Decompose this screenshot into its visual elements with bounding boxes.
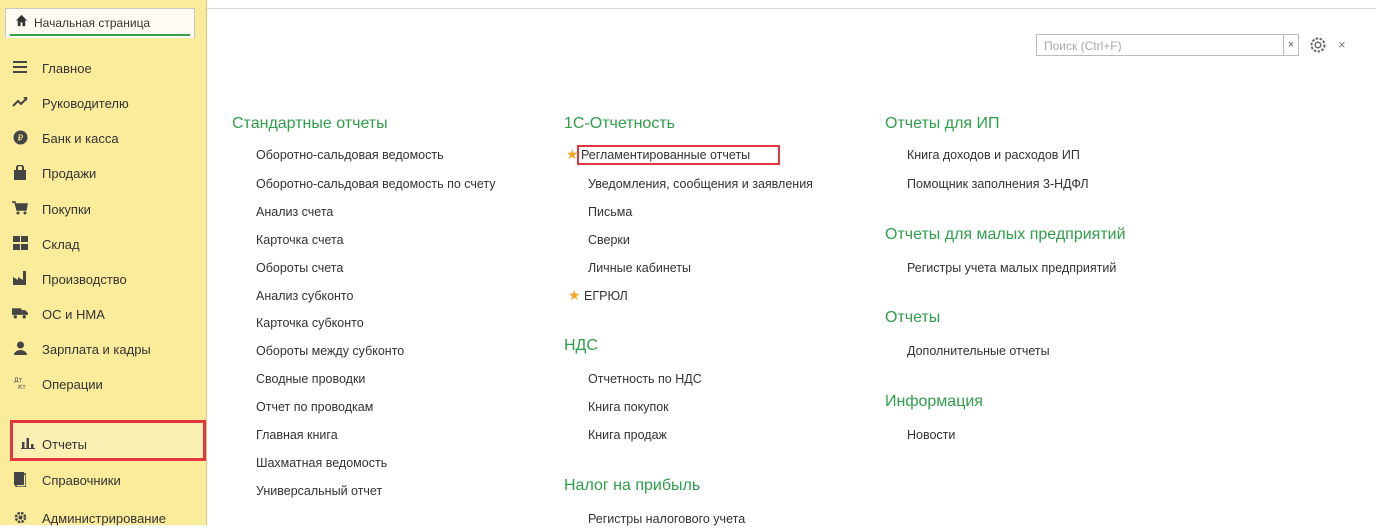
home-tab-underline [10, 34, 190, 36]
gear-icon [12, 509, 28, 525]
report-link[interactable]: Отчетность по НДС [588, 372, 702, 386]
trend-icon [12, 94, 28, 110]
report-link[interactable]: Анализ счета [256, 205, 333, 219]
report-link[interactable]: Книга доходов и расходов ИП [907, 148, 1080, 162]
report-link[interactable]: Книга продаж [588, 428, 667, 442]
book-icon [12, 471, 28, 487]
sidebar-item-label: Администрирование [42, 511, 166, 526]
sidebar: Начальная страница Главное Руководителю … [0, 0, 207, 526]
person-icon [12, 340, 28, 356]
factory-icon [12, 270, 28, 286]
sidebar-item-label: Продажи [42, 166, 97, 181]
sidebar-item-reports[interactable]: Отчеты [10, 420, 206, 461]
sidebar-item-warehouse[interactable]: Склад [0, 228, 206, 258]
section-title-profit: Налог на прибыль [564, 477, 701, 494]
report-link[interactable]: Письма [588, 205, 632, 219]
report-link[interactable]: Обороты между субконто [256, 344, 404, 358]
report-link[interactable]: Книга покупок [588, 400, 669, 414]
report-link[interactable]: Анализ субконто [256, 289, 353, 303]
sidebar-item-label: Отчеты [42, 437, 87, 452]
sidebar-item-manager[interactable]: Руководителю [0, 87, 206, 117]
top-divider [207, 8, 1376, 9]
section-title-info: Информация [885, 393, 983, 410]
report-link[interactable]: Карточка счета [256, 233, 344, 247]
sidebar-item-assets[interactable]: ОС и НМА [0, 298, 206, 328]
svg-text:₽: ₽ [17, 134, 23, 144]
sidebar-item-production[interactable]: Производство [0, 263, 206, 293]
report-link[interactable]: Отчет по проводкам [256, 400, 373, 414]
svg-text:Кт: Кт [18, 384, 26, 390]
sidebar-item-label: Главное [42, 61, 92, 76]
search-box [1036, 34, 1288, 56]
sidebar-item-label: Операции [42, 377, 103, 392]
report-link[interactable]: Оборотно-сальдовая ведомость [256, 148, 444, 162]
shopping-bag-icon [12, 164, 28, 180]
sidebar-item-label: Склад [42, 237, 80, 252]
home-tab[interactable]: Начальная страница [5, 8, 195, 38]
favorite-star-icon[interactable]: ★ [568, 287, 581, 304]
report-link[interactable]: ЕГРЮЛ [584, 289, 628, 303]
section-title-reporting: 1С-Отчетность [564, 115, 675, 132]
home-tab-label: Начальная страница [34, 16, 151, 30]
sidebar-item-label: Справочники [42, 473, 121, 488]
home-icon [15, 14, 28, 30]
sidebar-item-operations[interactable]: Дт Кт Операции [0, 368, 206, 398]
sidebar-item-label: Зарплата и кадры [42, 342, 151, 357]
sidebar-item-label: Производство [42, 272, 127, 287]
warehouse-icon [12, 235, 28, 251]
sidebar-item-label: Покупки [42, 202, 91, 217]
ruble-coin-icon: ₽ [12, 129, 28, 145]
report-link[interactable]: Универсальный отчет [256, 484, 382, 498]
sidebar-item-bank[interactable]: ₽ Банк и касса [0, 122, 206, 152]
report-link[interactable]: Главная книга [256, 428, 338, 442]
sidebar-item-admin[interactable]: Администрирование [0, 502, 206, 532]
bar-chart-icon [20, 435, 36, 451]
report-link[interactable]: Карточка субконто [256, 316, 364, 330]
sidebar-item-sales[interactable]: Продажи [0, 157, 206, 187]
sidebar-item-label: Руководителю [42, 96, 129, 111]
sidebar-item-purchases[interactable]: Покупки [0, 193, 206, 223]
report-link[interactable]: Регистры учета малых предприятий [907, 261, 1116, 275]
menu-lines-icon [12, 59, 28, 75]
settings-gear-icon[interactable] [1308, 35, 1328, 55]
sidebar-item-salary[interactable]: Зарплата и кадры [0, 333, 206, 363]
report-link-regulated[interactable]: Регламентированные отчеты [581, 148, 750, 162]
sidebar-item-catalogs[interactable]: Справочники [0, 464, 206, 494]
search-input[interactable] [1042, 36, 1286, 56]
close-icon[interactable]: × [1338, 37, 1346, 52]
sidebar-item-main[interactable]: Главное [0, 52, 206, 82]
report-link[interactable]: Уведомления, сообщения и заявления [588, 177, 813, 191]
report-link[interactable]: Сверки [588, 233, 630, 247]
sidebar-item-label: ОС и НМА [42, 307, 105, 322]
sidebar-item-label: Банк и касса [42, 131, 119, 146]
report-link[interactable]: Оборотно-сальдовая ведомость по счету [256, 177, 496, 191]
section-title-other: Отчеты [885, 309, 941, 326]
report-link[interactable]: Шахматная ведомость [256, 456, 387, 470]
report-link[interactable]: Дополнительные отчеты [907, 344, 1050, 358]
truck-icon [12, 305, 28, 321]
report-link[interactable]: Регистры налогового учета [588, 512, 745, 526]
report-link[interactable]: Сводные проводки [256, 372, 365, 386]
report-link[interactable]: Новости [907, 428, 955, 442]
report-link[interactable]: Помощник заполнения 3-НДФЛ [907, 177, 1089, 191]
section-title-ip: Отчеты для ИП [885, 115, 1000, 132]
section-title-standard: Стандартные отчеты [232, 115, 388, 132]
section-title-vat: НДС [564, 337, 598, 354]
search-clear-button[interactable]: × [1283, 34, 1299, 56]
report-link[interactable]: Обороты счета [256, 261, 343, 275]
report-link[interactable]: Личные кабинеты [588, 261, 691, 275]
dt-kt-icon: Дт Кт [12, 375, 28, 391]
svg-text:Дт: Дт [14, 377, 23, 384]
section-title-small: Отчеты для малых предприятий [885, 226, 1126, 243]
main-panel: × × Стандартные отчеты Оборотно-сальдова… [207, 0, 1376, 526]
cart-icon [12, 200, 28, 216]
